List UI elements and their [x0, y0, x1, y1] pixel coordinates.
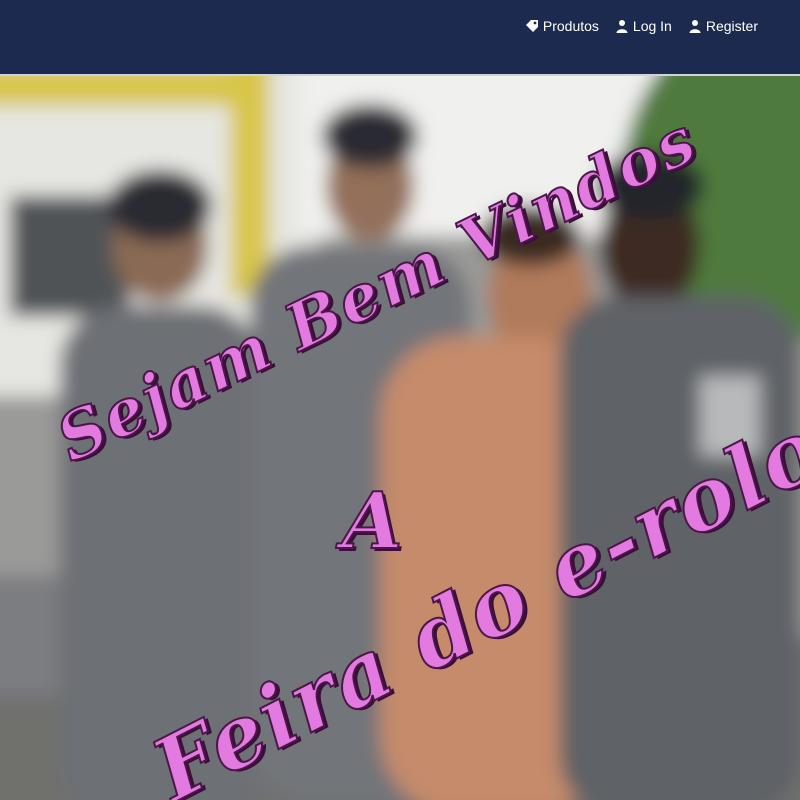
nav-item-register[interactable]: Register: [688, 16, 758, 36]
nav-item-login-label: Log In: [632, 18, 672, 34]
nav-menu: Produtos Log In Register: [525, 16, 758, 36]
nav-item-register-label: Register: [705, 18, 758, 34]
tag-icon: [525, 19, 539, 33]
nav-item-produtos-label: Produtos: [542, 18, 599, 34]
top-navbar: Produtos Log In Register: [0, 0, 800, 74]
user-icon: [688, 19, 702, 33]
user-icon: [615, 19, 629, 33]
page: Produtos Log In Register Sejam Bem Vindo…: [0, 0, 800, 800]
nav-item-login[interactable]: Log In: [615, 16, 672, 36]
nav-item-produtos[interactable]: Produtos: [525, 16, 599, 36]
welcome-connector: A: [341, 475, 405, 568]
hero-banner: Sejam Bem Vindos A Feira do e-rolo: [0, 76, 800, 800]
